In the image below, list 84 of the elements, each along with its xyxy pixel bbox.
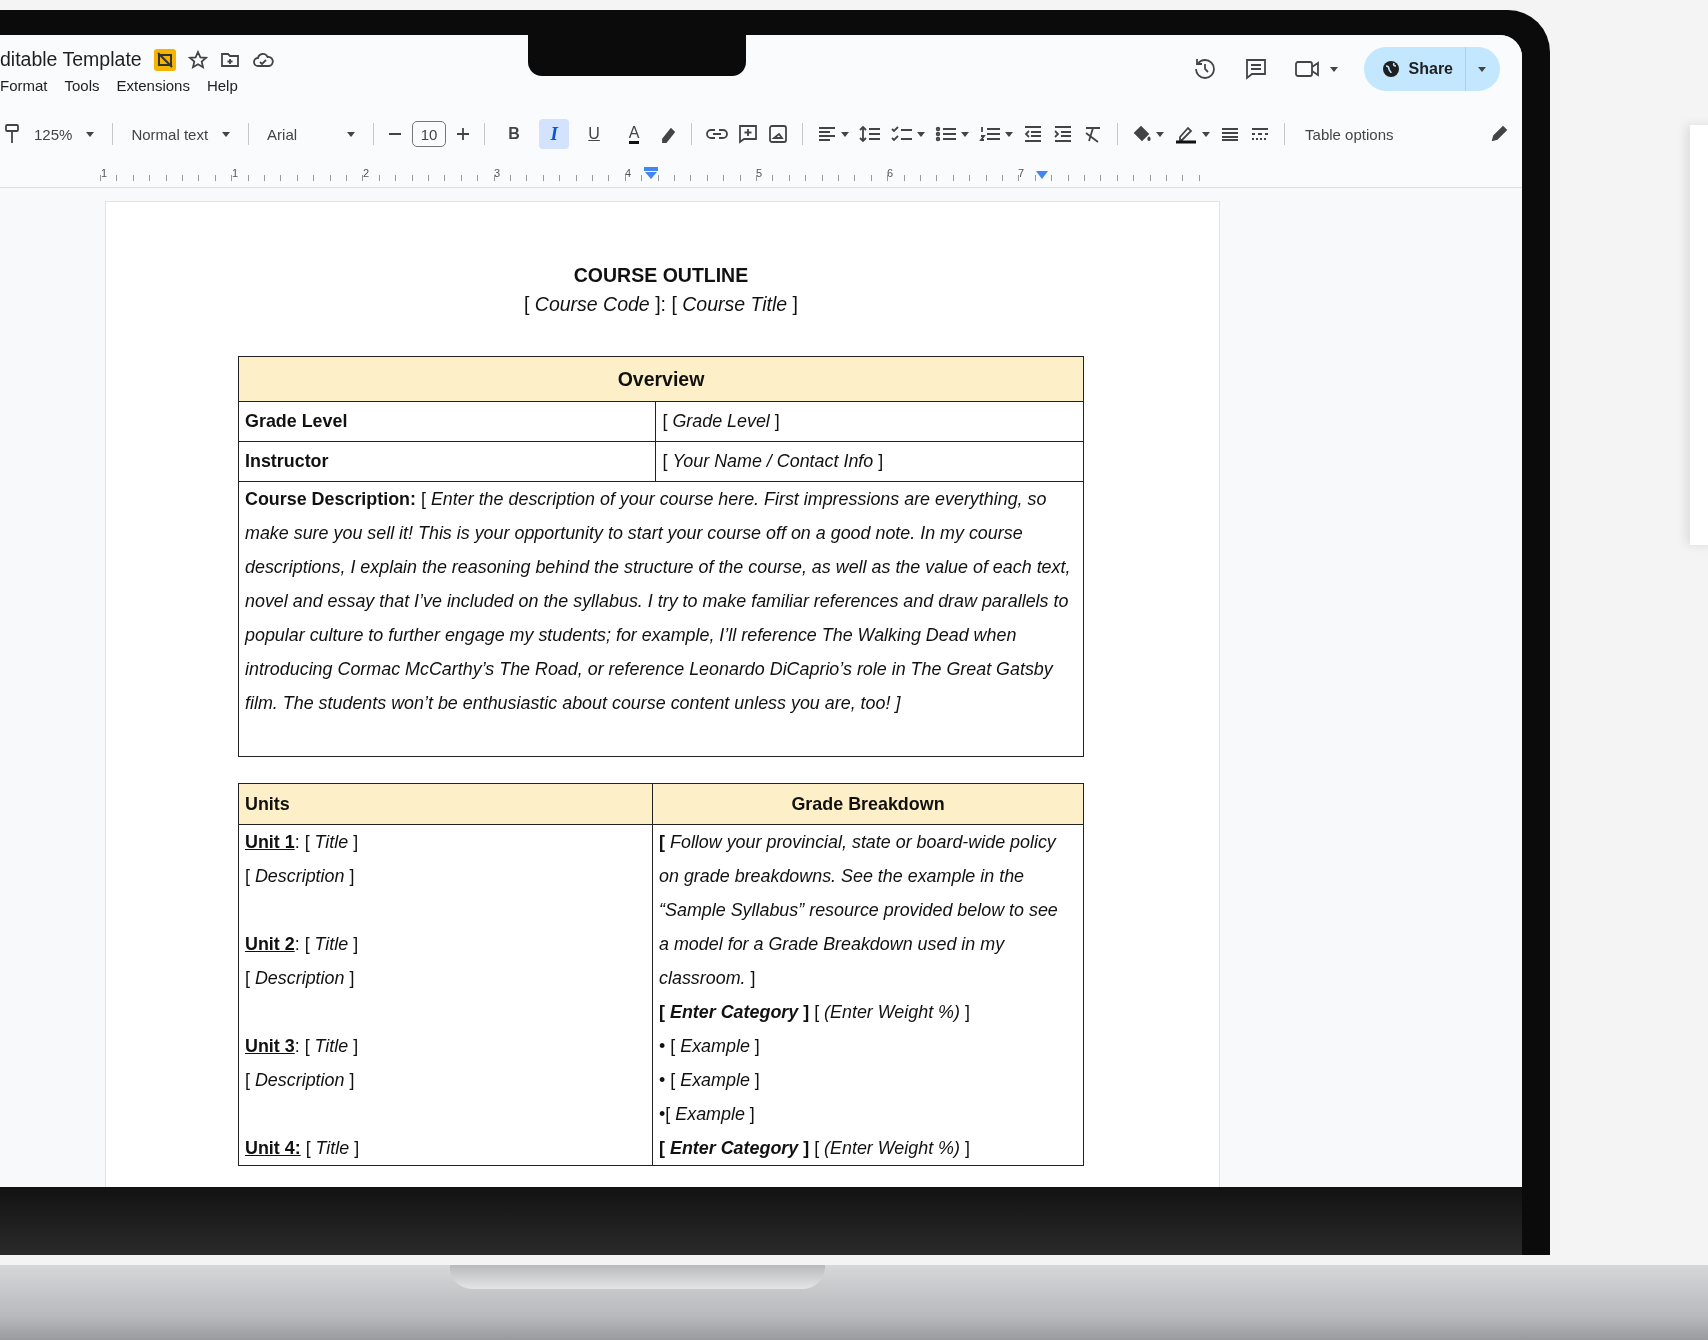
menu-item[interactable]: Help bbox=[206, 77, 238, 94]
video-camera-icon[interactable] bbox=[1293, 58, 1322, 80]
caret-icon[interactable] bbox=[841, 131, 850, 137]
star-icon[interactable] bbox=[187, 49, 208, 70]
decrease-indent-icon[interactable] bbox=[1023, 125, 1044, 143]
folder-icon[interactable] bbox=[219, 50, 240, 69]
checklist-icon[interactable] bbox=[891, 125, 914, 143]
document-title[interactable]: ditable Template bbox=[0, 48, 142, 71]
style-dropdown[interactable]: Normal text bbox=[127, 125, 235, 143]
table-cell: [ Your Name / Contact Info ] bbox=[655, 441, 1084, 482]
paint-roller-icon[interactable] bbox=[4, 123, 20, 145]
line-spacing-icon[interactable] bbox=[859, 125, 882, 143]
font-dropdown[interactable]: Arial bbox=[263, 125, 360, 143]
ruler-number: 6 bbox=[887, 167, 894, 179]
indent-marker-icon[interactable] bbox=[1036, 171, 1048, 179]
table-header: Grade Breakdown bbox=[652, 783, 1084, 825]
format-button[interactable]: B bbox=[499, 119, 530, 149]
breakdown-line: • [ Example ] bbox=[659, 1069, 761, 1092]
numbered-list-icon[interactable] bbox=[979, 125, 1002, 143]
ruler-number: 1 bbox=[101, 167, 108, 179]
link-icon[interactable] bbox=[706, 127, 729, 141]
pencil-icon[interactable] bbox=[1490, 125, 1508, 143]
font-size-field[interactable]: 10 bbox=[412, 121, 447, 147]
globe-icon bbox=[1381, 60, 1400, 78]
unit-title: Unit 1: [ Title ] bbox=[245, 831, 360, 854]
increase-indent-icon[interactable] bbox=[1053, 125, 1074, 143]
badge-icon[interactable] bbox=[153, 48, 176, 71]
format-button[interactable]: U bbox=[579, 119, 610, 149]
table-cell: Instructor bbox=[238, 441, 656, 482]
caret-icon[interactable] bbox=[86, 131, 95, 137]
document-heading: COURSE OUTLINE bbox=[572, 264, 750, 287]
plus-icon[interactable] bbox=[456, 127, 471, 141]
table-header: Overview bbox=[238, 356, 1084, 402]
align-left-icon[interactable] bbox=[817, 125, 838, 143]
share-button[interactable]: Share bbox=[1363, 47, 1500, 91]
caret-icon[interactable] bbox=[1202, 131, 1211, 137]
indent-marker-icon[interactable] bbox=[644, 167, 658, 179]
breakdown-line: • [ Example ] bbox=[659, 1035, 761, 1058]
paint-bucket-icon[interactable] bbox=[1132, 125, 1153, 143]
add-comment-icon[interactable] bbox=[738, 124, 759, 144]
format-button[interactable]: A bbox=[619, 119, 650, 149]
ruler-number: 1 bbox=[232, 167, 239, 179]
breakdown-line: [ Enter Category ] [ (Enter Weight %) ] bbox=[659, 1137, 971, 1160]
caret-icon[interactable] bbox=[1478, 66, 1486, 72]
comment-icon[interactable] bbox=[1243, 57, 1268, 81]
ruler-number: 7 bbox=[1018, 167, 1025, 179]
image-icon[interactable] bbox=[768, 124, 789, 144]
zoom-dropdown[interactable]: 125% bbox=[30, 125, 99, 143]
caret-icon[interactable] bbox=[1156, 131, 1165, 137]
breakdown-line: [ Enter Category ] [ (Enter Weight %) ] bbox=[659, 1001, 971, 1024]
table-cell: Course Description: [ Enter the description of your course here. First impressions are everything, so make sure you sell it! This is your opportunity to start your course off on a good note. In my course descriptions, I explain the reasoning behind the structure of the course, as well as the value of each text, novel and essay that I’ve included on the syllabus. I try to make familiar references and draw parallels to popular culture to further engage my students; for example, I’ll reference The Walking Dead when introducing Cormac McCarthy’s The Road, or reference Leonardo DiCaprio’s role in The Great Gatsby film. The students won’t be enthusiastic about course content unless you are, too! ] bbox=[238, 481, 1084, 757]
unit-title: Unit 4: [ Title ] bbox=[245, 1137, 361, 1160]
breakdown-line: •[ Example ] bbox=[659, 1103, 756, 1126]
highlighter-icon[interactable] bbox=[659, 125, 678, 143]
caret-icon[interactable] bbox=[1329, 66, 1338, 72]
caret-icon[interactable] bbox=[222, 131, 231, 137]
table-cell: Grade Level bbox=[238, 401, 656, 442]
cloud-icon[interactable] bbox=[251, 50, 274, 69]
table-cell: [ Grade Level ] bbox=[655, 401, 1084, 442]
menu-item[interactable]: Tools bbox=[64, 77, 100, 94]
table-header: Units bbox=[238, 783, 653, 825]
breakdown-paragraph: [ Follow your provincial, state or board-wide policy on grade breakdowns. See the example in the “Sample Syllabus” resource provided below to see a model for a Grade Breakdown used in my classroom. ] bbox=[659, 831, 1059, 990]
border-width-icon[interactable] bbox=[1220, 126, 1241, 142]
caret-icon[interactable] bbox=[347, 131, 356, 137]
unit-title: Unit 2: [ Title ] bbox=[245, 933, 360, 956]
unit-title: Unit 3: [ Title ] bbox=[245, 1035, 360, 1058]
document-subtitle: [ Course Code ]: [ Course Title ] bbox=[522, 293, 800, 316]
caret-icon[interactable] bbox=[917, 131, 926, 137]
ruler-number: 4 bbox=[625, 167, 632, 179]
menu-item[interactable]: Format bbox=[0, 77, 48, 94]
unit-description: [ Description ] bbox=[245, 967, 356, 990]
ruler-number: 2 bbox=[363, 167, 370, 179]
bulleted-list-icon[interactable] bbox=[935, 125, 958, 143]
format-button[interactable]: I bbox=[539, 119, 570, 149]
menu-item[interactable]: Extensions bbox=[116, 77, 190, 94]
unit-description: [ Description ] bbox=[245, 1069, 356, 1092]
caret-icon[interactable] bbox=[961, 131, 970, 137]
ruler-number: 5 bbox=[756, 167, 763, 179]
border-color-icon[interactable] bbox=[1174, 124, 1199, 144]
table-options-button[interactable]: Table options bbox=[1299, 125, 1400, 143]
caret-icon[interactable] bbox=[1005, 131, 1014, 137]
border-dash-icon[interactable] bbox=[1250, 126, 1271, 142]
unit-description: [ Description ] bbox=[245, 865, 356, 888]
ruler-number: 3 bbox=[494, 167, 501, 179]
